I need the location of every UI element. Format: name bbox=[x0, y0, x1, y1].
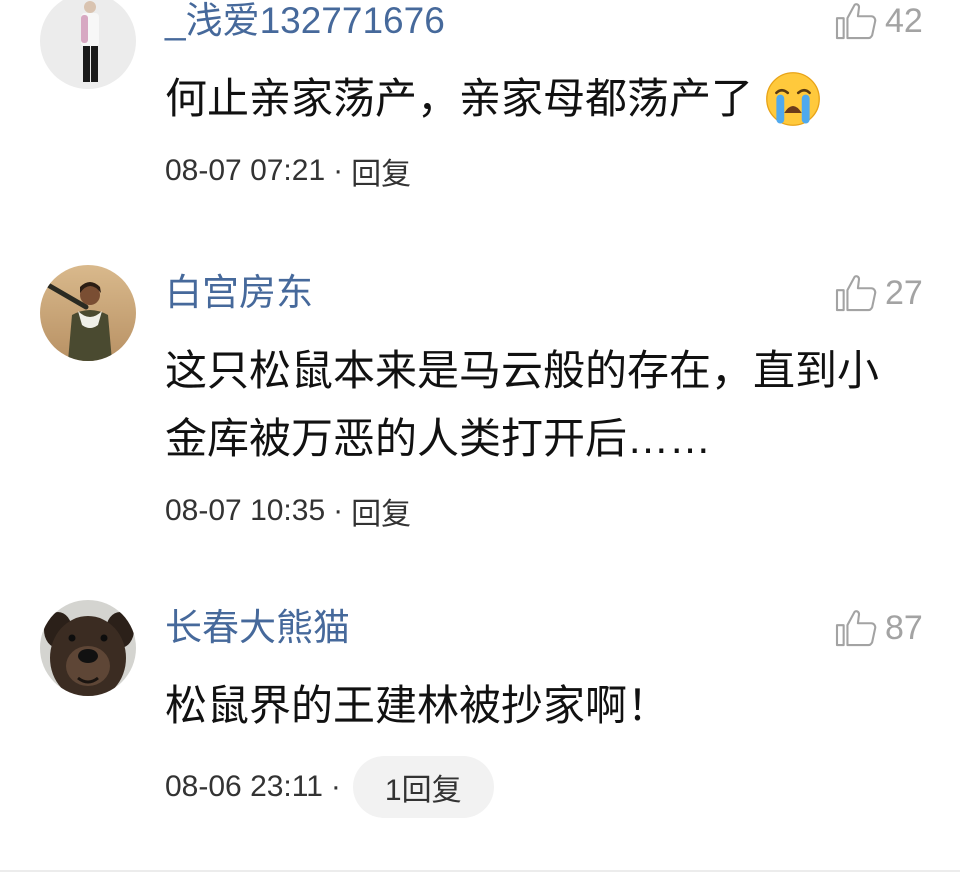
comment-time: 08-06 23:11 bbox=[165, 770, 323, 803]
comment-text-line: 松鼠界的王建林被抄家啊！ bbox=[165, 682, 670, 729]
thumbs-up-icon bbox=[835, 3, 877, 40]
like-count: 87 bbox=[885, 609, 923, 647]
reply-button[interactable]: 回复 bbox=[351, 489, 411, 533]
avatar-image bbox=[40, 0, 136, 89]
reply-button[interactable]: 回复 bbox=[351, 149, 411, 193]
comment-body: 松鼠界的王建林被抄家啊！ 08-06 23:11 · 1回复 bbox=[165, 672, 925, 818]
comment-meta: 08-07 07:21 · 回复 bbox=[165, 149, 925, 193]
comment-text: 这只松鼠本来是马云般的存在，直到小 bbox=[165, 337, 925, 405]
comment-time: 08-07 10:35 bbox=[165, 494, 326, 527]
user-avatar[interactable] bbox=[40, 600, 136, 696]
list-divider bbox=[0, 870, 960, 872]
avatar-image bbox=[40, 265, 136, 361]
meta-separator: · bbox=[333, 154, 344, 187]
comment-time: 08-07 07:21 bbox=[165, 154, 326, 187]
comment-text-line: 金库被万恶的人类打开后…… bbox=[165, 415, 712, 462]
comment-body: 这只松鼠本来是马云般的存在，直到小 金库被万恶的人类打开后…… 08-07 10… bbox=[165, 337, 925, 533]
avatar-image bbox=[40, 600, 136, 696]
user-avatar[interactable] bbox=[40, 265, 136, 361]
like-button[interactable]: 27 bbox=[835, 273, 923, 313]
like-count: 42 bbox=[885, 2, 923, 40]
username[interactable]: 长春大熊猫 bbox=[165, 608, 350, 648]
user-avatar[interactable] bbox=[40, 0, 136, 89]
comment-body: 何止亲家荡产，亲家母都荡产了 08-07 07:21 · 回复 bbox=[165, 65, 925, 193]
meta-separator: · bbox=[330, 770, 341, 803]
comment-text: 何止亲家荡产，亲家母都荡产了 bbox=[165, 65, 925, 133]
comment-text-line: 这只松鼠本来是马云般的存在，直到小 bbox=[165, 347, 880, 394]
comment-meta: 08-06 23:11 · 1回复 bbox=[165, 756, 925, 818]
thumbs-up-icon bbox=[835, 610, 877, 647]
crying-face-emoji-icon bbox=[766, 72, 820, 126]
view-replies-button[interactable]: 1回复 bbox=[352, 756, 494, 818]
username[interactable]: 白宫房东 bbox=[165, 273, 313, 313]
thumbs-up-icon bbox=[835, 275, 877, 312]
comment-text-line: 何止亲家荡产，亲家母都荡产了 bbox=[165, 75, 754, 122]
like-button[interactable]: 42 bbox=[835, 1, 923, 41]
comment-text: 金库被万恶的人类打开后…… bbox=[165, 405, 925, 473]
meta-separator: · bbox=[333, 494, 344, 527]
comment-meta: 08-07 10:35 · 回复 bbox=[165, 489, 925, 533]
like-button[interactable]: 87 bbox=[835, 608, 923, 648]
username[interactable]: _浅爱132771676 bbox=[165, 1, 445, 41]
comment-text: 松鼠界的王建林被抄家啊！ bbox=[165, 672, 925, 740]
like-count: 27 bbox=[885, 274, 923, 312]
